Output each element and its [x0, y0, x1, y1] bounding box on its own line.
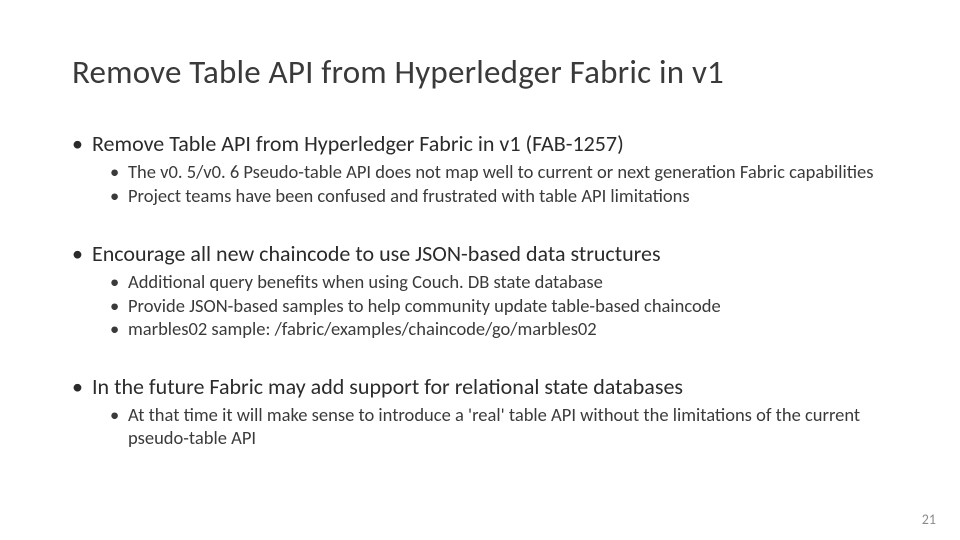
sub-bullet-item: marbles02 sample: /fabric/examples/chain…	[110, 318, 888, 341]
slide-title: Remove Table API from Hyperledger Fabric…	[72, 54, 888, 92]
bullet-text: In the future Fabric may add support for…	[92, 373, 683, 400]
bullet-item: Encourage all new chaincode to use JSON-…	[72, 240, 888, 341]
bullet-list: Remove Table API from Hyperledger Fabric…	[72, 130, 888, 449]
bullet-item: In the future Fabric may add support for…	[72, 373, 888, 450]
sub-bullet-item: Provide JSON-based samples to help commu…	[110, 295, 888, 318]
bullet-item: Remove Table API from Hyperledger Fabric…	[72, 130, 888, 208]
sub-bullet-item: At that time it will make sense to intro…	[110, 404, 888, 449]
bullet-text: Encourage all new chaincode to use JSON-…	[92, 240, 661, 267]
sub-bullet-list: Additional query benefits when using Cou…	[110, 271, 888, 341]
page-number: 21	[922, 511, 936, 528]
sub-bullet-list: At that time it will make sense to intro…	[110, 404, 888, 449]
slide: Remove Table API from Hyperledger Fabric…	[0, 0, 960, 540]
sub-bullet-item: Project teams have been confused and fru…	[110, 185, 888, 208]
sub-bullet-item: The v0. 5/v0. 6 Pseudo-table API does no…	[110, 161, 888, 184]
sub-bullet-list: The v0. 5/v0. 6 Pseudo-table API does no…	[110, 161, 888, 207]
bullet-text: Remove Table API from Hyperledger Fabric…	[92, 130, 624, 157]
sub-bullet-item: Additional query benefits when using Cou…	[110, 271, 888, 294]
